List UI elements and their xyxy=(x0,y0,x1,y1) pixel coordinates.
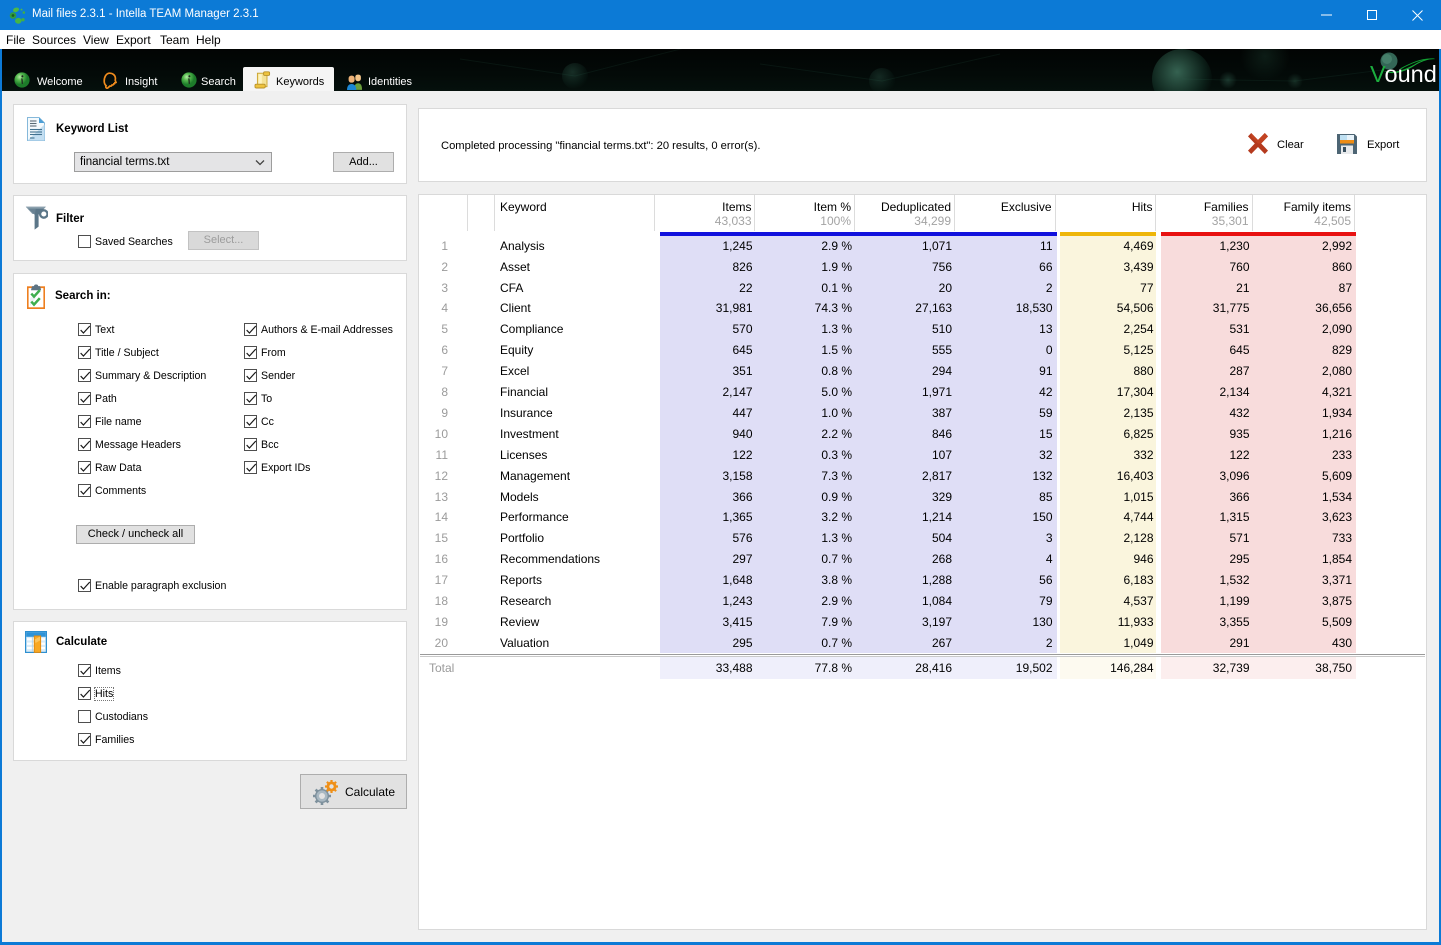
svg-text:ound: ound xyxy=(1385,61,1437,87)
